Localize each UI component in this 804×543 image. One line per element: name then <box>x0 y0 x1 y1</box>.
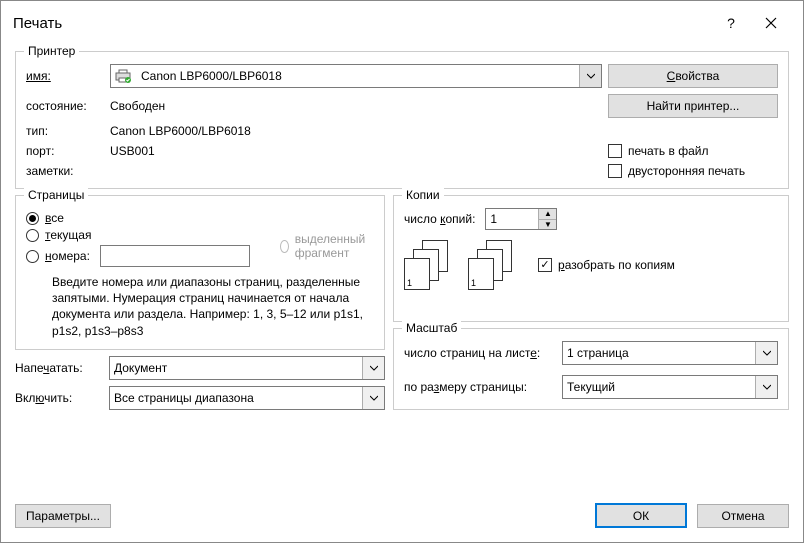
include-combo[interactable]: Все страницы диапазона <box>109 386 385 410</box>
pages-all-radio[interactable]: все <box>26 211 250 225</box>
pages-all-label: все <box>45 211 64 225</box>
dropdown-arrow[interactable] <box>579 65 601 87</box>
fit-label: по размеру страницы: <box>404 380 554 394</box>
collate-label: разобрать по копиям <box>558 258 675 272</box>
print-what-label: Напечатать: <box>15 361 103 375</box>
copies-count-label: число копий: <box>404 212 475 226</box>
printer-state-label: состояние: <box>26 99 104 113</box>
collate-checkbox[interactable]: ✓ разобрать по копиям <box>538 258 675 272</box>
window-title: Печать <box>13 15 62 32</box>
pages-numbers-radio[interactable]: номера: <box>26 245 250 267</box>
chevron-down-icon <box>587 72 595 80</box>
chevron-down-icon <box>763 383 771 391</box>
copies-legend: Копии <box>402 188 444 202</box>
titlebar: Печать ? <box>1 1 803 45</box>
pages-per-sheet-value: 1 страница <box>563 346 755 360</box>
scale-legend: Масштаб <box>402 321 461 335</box>
fit-value: Текущий <box>563 380 755 394</box>
cancel-button[interactable]: Отмена <box>697 504 789 528</box>
checkbox-checked-icon: ✓ <box>538 258 552 272</box>
fit-combo[interactable]: Текущий <box>562 375 778 399</box>
printer-icon <box>111 69 137 83</box>
pages-current-radio[interactable]: текущая <box>26 228 250 242</box>
printer-name-value: Canon LBP6000/LBP6018 <box>137 69 579 83</box>
close-button[interactable] <box>751 9 791 37</box>
pages-per-sheet-combo[interactable]: 1 страница <box>562 341 778 365</box>
duplex-label: двусторонняя печать <box>628 164 745 178</box>
pages-per-sheet-label: число страниц на листе: <box>404 346 554 360</box>
copies-group: Копии число копий: 1 ▲ ▼ <box>393 195 789 322</box>
chevron-down-icon <box>763 349 771 357</box>
chevron-down-icon <box>370 394 378 402</box>
scale-group: Масштаб число страниц на листе: 1 страни… <box>393 328 789 410</box>
options-button[interactable]: Параметры... <box>15 504 111 528</box>
pages-hint: Введите номера или диапазоны страниц, ра… <box>26 270 374 339</box>
find-printer-button[interactable]: Найти принтер... <box>608 94 778 118</box>
chevron-down-icon <box>370 364 378 372</box>
help-button[interactable]: ? <box>711 9 751 37</box>
close-icon <box>765 17 777 29</box>
printer-port-label: порт: <box>26 144 104 158</box>
include-label: Включить: <box>15 391 103 405</box>
pages-legend: Страницы <box>24 188 88 202</box>
checkbox-icon <box>608 164 622 178</box>
printer-type-label: тип: <box>26 124 104 138</box>
spinner-down[interactable]: ▼ <box>539 220 556 230</box>
print-to-file-checkbox[interactable]: печать в файл <box>608 144 778 158</box>
copies-count-spinner[interactable]: 1 ▲ ▼ <box>485 208 557 230</box>
printer-name-label: имя: <box>26 69 104 83</box>
spinner-up[interactable]: ▲ <box>539 209 556 220</box>
ok-button[interactable]: ОК <box>595 503 687 528</box>
pages-selection-radio: выделенный фрагмент <box>280 232 374 260</box>
copies-count-value: 1 <box>486 209 538 229</box>
printer-type-value: Canon LBP6000/LBP6018 <box>110 124 602 138</box>
include-value: Все страницы диапазона <box>110 391 362 405</box>
pages-numbers-input[interactable] <box>100 245 250 267</box>
printer-notes-label: заметки: <box>26 164 104 178</box>
print-dialog: Печать ? Принтер имя: Canon LBP6000/LBP6… <box>0 0 804 543</box>
print-to-file-label: печать в файл <box>628 144 708 158</box>
pages-selection-label: выделенный фрагмент <box>295 232 374 260</box>
pages-current-label: текущая <box>45 228 91 242</box>
printer-name-combo[interactable]: Canon LBP6000/LBP6018 <box>110 64 602 88</box>
duplex-checkbox[interactable]: двусторонняя печать <box>608 164 778 178</box>
pages-group: Страницы все текущая <box>15 195 385 350</box>
properties-button[interactable]: Свойства <box>608 64 778 88</box>
collate-illustration-2: 3 2 1 <box>468 240 514 290</box>
print-what-value: Документ <box>110 361 362 375</box>
collate-illustration-1: 3 2 1 <box>404 240 450 290</box>
printer-legend: Принтер <box>24 44 79 58</box>
pages-numbers-label: номера: <box>45 249 90 263</box>
printer-port-value: USB001 <box>110 144 602 158</box>
printer-group: Принтер имя: Canon LBP6000/LBP6018 Свойс… <box>15 51 789 189</box>
checkbox-icon <box>608 144 622 158</box>
print-what-combo[interactable]: Документ <box>109 356 385 380</box>
printer-state-value: Свободен <box>110 99 602 113</box>
